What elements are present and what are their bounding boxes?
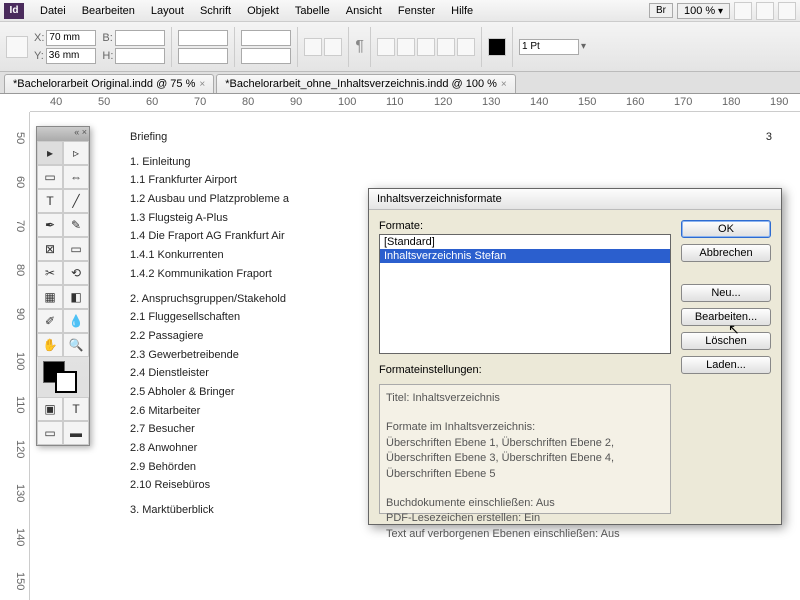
list-item[interactable]: Inhaltsverzeichnis Stefan <box>380 249 670 263</box>
format-container-icon[interactable]: ▣ <box>37 397 63 421</box>
note-tool[interactable]: ✐ <box>37 309 63 333</box>
toc-entry: Briefing3 <box>130 128 780 147</box>
ruler-vertical: 5060708090100110120130140150 <box>12 112 30 600</box>
settings-title: Titel: Inhaltsverzeichnis <box>386 391 664 406</box>
wrap-icon-3[interactable] <box>417 38 435 56</box>
formate-label: Formate: <box>379 220 671 232</box>
zoom-dropdown[interactable]: 100 % ▾ <box>677 3 730 19</box>
w-input[interactable] <box>115 30 165 46</box>
edit-button[interactable]: Bearbeiten... <box>681 308 771 326</box>
menu-window[interactable]: Fenster <box>390 5 443 17</box>
reference-point-icon[interactable] <box>6 36 28 58</box>
scale-y-input[interactable] <box>178 48 228 64</box>
settings-label: Formateinstellungen: <box>379 364 671 376</box>
hand-tool[interactable]: ✋ <box>37 333 63 357</box>
pen-tool[interactable]: ✒ <box>37 213 63 237</box>
line-tool[interactable]: ╱ <box>63 189 89 213</box>
load-button[interactable]: Laden... <box>681 356 771 374</box>
delete-button[interactable]: Löschen <box>681 332 771 350</box>
gradient-tool[interactable]: ▦ <box>37 285 63 309</box>
tab-1[interactable]: *Bachelorarbeit Original.indd @ 75 %× <box>4 74 214 93</box>
menu-file[interactable]: Datei <box>32 5 74 17</box>
type-tool[interactable]: T <box>37 189 63 213</box>
zoom-tool[interactable]: 🔍 <box>63 333 89 357</box>
page-tool[interactable]: ▭ <box>37 165 63 189</box>
eyedropper-tool[interactable]: 💧 <box>63 309 89 333</box>
arrange-icon[interactable] <box>778 2 796 20</box>
tools-panel: « × ▸ ▹ ▭ ⇔ T ╱ ✒ ✎ ⊠ ▭ ✂ ⟲ ▦ ◧ ✐ 💧 ✋ 🔍 … <box>36 126 90 446</box>
menu-view[interactable]: Ansicht <box>338 5 390 17</box>
close-icon[interactable]: × <box>501 79 507 90</box>
y-input[interactable] <box>46 48 96 64</box>
flip-h-icon[interactable] <box>304 38 322 56</box>
settings-formats: Formate im Inhaltsverzeichnis: Überschri… <box>386 420 664 482</box>
dialog-title: Inhaltsverzeichnisformate <box>369 189 781 210</box>
pencil-tool[interactable]: ✎ <box>63 213 89 237</box>
menu-object[interactable]: Objekt <box>239 5 287 17</box>
normal-view-icon[interactable]: ▭ <box>37 421 63 445</box>
paragraph-icon[interactable]: ¶ <box>355 38 364 56</box>
transform-tool[interactable]: ⟲ <box>63 261 89 285</box>
scale-x-input[interactable] <box>178 30 228 46</box>
gap-tool[interactable]: ⇔ <box>63 165 89 189</box>
wrap-icon-1[interactable] <box>377 38 395 56</box>
list-item[interactable]: [Standard] <box>380 235 670 249</box>
stroke-input[interactable] <box>519 39 579 55</box>
shear-input[interactable] <box>241 48 291 64</box>
menu-table[interactable]: Tabelle <box>287 5 338 17</box>
control-toolbar: X: Y: B: H: ¶ ▾ <box>0 22 800 72</box>
color-swatch[interactable] <box>37 357 89 397</box>
ruler-horizontal: 4050607080901001101201301401501601701801… <box>30 94 800 112</box>
h-input[interactable] <box>115 48 165 64</box>
preview-view-icon[interactable]: ▬ <box>63 421 89 445</box>
direct-selection-tool[interactable]: ▹ <box>63 141 89 165</box>
cancel-button[interactable]: Abbrechen <box>681 244 771 262</box>
rect-tool[interactable]: ▭ <box>63 237 89 261</box>
format-text-icon[interactable]: T <box>63 397 89 421</box>
view-mode-icon[interactable] <box>734 2 752 20</box>
x-label: X: <box>34 32 44 44</box>
toc-styles-dialog: Inhaltsverzeichnisformate Formate: [Stan… <box>368 188 782 525</box>
menu-help[interactable]: Hilfe <box>443 5 481 17</box>
stroke-color[interactable] <box>55 371 77 393</box>
new-button[interactable]: Neu... <box>681 284 771 302</box>
selection-tool[interactable]: ▸ <box>37 141 63 165</box>
settings-opts: Buchdokumente einschließen: Aus PDF-Lese… <box>386 496 664 542</box>
rotate-input[interactable] <box>241 30 291 46</box>
app-logo: Id <box>4 3 24 19</box>
menu-edit[interactable]: Bearbeiten <box>74 5 143 17</box>
bridge-button[interactable]: Br <box>649 3 673 18</box>
panel-header[interactable]: « × <box>37 127 89 141</box>
x-input[interactable] <box>46 30 96 46</box>
flip-v-icon[interactable] <box>324 38 342 56</box>
w-label: B: <box>102 32 112 44</box>
menu-type[interactable]: Schrift <box>192 5 239 17</box>
scissors-tool[interactable]: ✂ <box>37 261 63 285</box>
cursor-icon: ↖ <box>728 321 740 338</box>
h-label: H: <box>102 50 113 62</box>
ok-button[interactable]: OK <box>681 220 771 238</box>
settings-preview: Titel: Inhaltsverzeichnis Formate im Inh… <box>379 384 671 514</box>
document-tabs: *Bachelorarbeit Original.indd @ 75 %× *B… <box>0 72 800 94</box>
menu-bar: Id Datei Bearbeiten Layout Schrift Objek… <box>0 0 800 22</box>
fill-swatch-icon[interactable] <box>488 38 506 56</box>
close-icon[interactable]: × <box>199 79 205 90</box>
menu-layout[interactable]: Layout <box>143 5 192 17</box>
y-label: Y: <box>34 50 44 62</box>
toc-entry: 1. Einleitung <box>130 153 780 172</box>
wrap-icon-2[interactable] <box>397 38 415 56</box>
wrap-icon-5[interactable] <box>457 38 475 56</box>
tab-2[interactable]: *Bachelorarbeit_ohne_Inhaltsverzeichnis.… <box>216 74 516 93</box>
gradient-feather-tool[interactable]: ◧ <box>63 285 89 309</box>
formats-listbox[interactable]: [Standard] Inhaltsverzeichnis Stefan <box>379 234 671 354</box>
wrap-icon-4[interactable] <box>437 38 455 56</box>
rect-frame-tool[interactable]: ⊠ <box>37 237 63 261</box>
screen-mode-icon[interactable] <box>756 2 774 20</box>
